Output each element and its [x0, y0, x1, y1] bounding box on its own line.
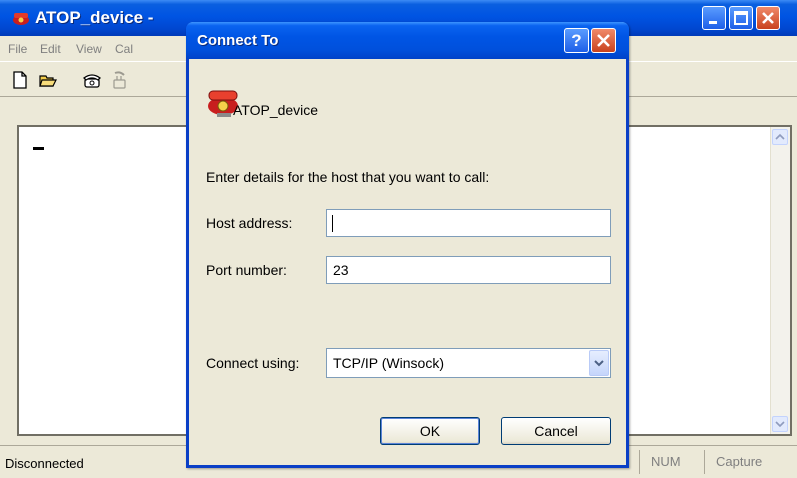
- menu-call[interactable]: Cal: [115, 42, 133, 56]
- scroll-down-button[interactable]: [772, 416, 788, 432]
- scroll-up-button[interactable]: [772, 129, 788, 145]
- text-caret: [332, 215, 333, 232]
- menu-file[interactable]: File: [8, 42, 27, 56]
- menu-view[interactable]: View: [76, 42, 102, 56]
- connection-status: Disconnected: [5, 456, 84, 471]
- host-address-label: Host address:: [206, 215, 293, 231]
- main-window-title: ATOP_device -: [35, 8, 154, 27]
- chevron-down-icon: [775, 421, 785, 428]
- connect-using-value: TCP/IP (Winsock): [333, 355, 444, 371]
- port-number-input[interactable]: 23: [326, 256, 611, 284]
- close-icon: [762, 12, 774, 24]
- dropdown-button[interactable]: [589, 350, 609, 376]
- dialog-title: Connect To: [197, 32, 279, 49]
- close-window-button[interactable]: [756, 6, 780, 30]
- capture-indicator: Capture: [716, 454, 763, 469]
- status-divider: [704, 450, 705, 474]
- port-number-value: 23: [333, 262, 349, 278]
- terminal-cursor: [33, 147, 44, 150]
- chevron-down-icon: [594, 360, 604, 367]
- connect-using-label: Connect using:: [206, 355, 300, 371]
- new-document-icon[interactable]: [10, 70, 30, 90]
- ok-button[interactable]: OK: [380, 417, 480, 445]
- vertical-scrollbar[interactable]: [770, 127, 790, 434]
- help-icon: ?: [571, 31, 582, 50]
- disconnect-phone-icon[interactable]: [109, 70, 129, 90]
- phone-icon: [13, 13, 29, 25]
- help-button[interactable]: ?: [564, 28, 589, 53]
- cancel-button[interactable]: Cancel: [501, 417, 611, 445]
- close-icon: [597, 34, 610, 47]
- connection-name: ATOP_device: [233, 102, 319, 118]
- host-address-input[interactable]: [326, 209, 611, 237]
- menu-edit[interactable]: Edit: [40, 42, 61, 56]
- status-divider: [639, 450, 640, 474]
- maximize-button[interactable]: [729, 6, 753, 30]
- connect-to-dialog: Connect To ? ATOP_device Enter details f…: [186, 22, 629, 468]
- dialog-close-button[interactable]: [591, 28, 616, 53]
- instructions-text: Enter details for the host that you want…: [206, 169, 490, 185]
- num-lock-indicator: NUM: [651, 454, 681, 469]
- minimize-button[interactable]: [702, 6, 726, 30]
- minimize-icon: [709, 21, 717, 24]
- dialog-titlebar[interactable]: Connect To ?: [186, 22, 629, 59]
- open-folder-icon[interactable]: [38, 70, 58, 90]
- maximize-icon: [734, 11, 748, 25]
- chevron-up-icon: [775, 133, 785, 140]
- call-phone-icon[interactable]: [82, 70, 102, 90]
- port-number-label: Port number:: [206, 262, 287, 278]
- connect-using-select[interactable]: TCP/IP (Winsock): [326, 348, 611, 378]
